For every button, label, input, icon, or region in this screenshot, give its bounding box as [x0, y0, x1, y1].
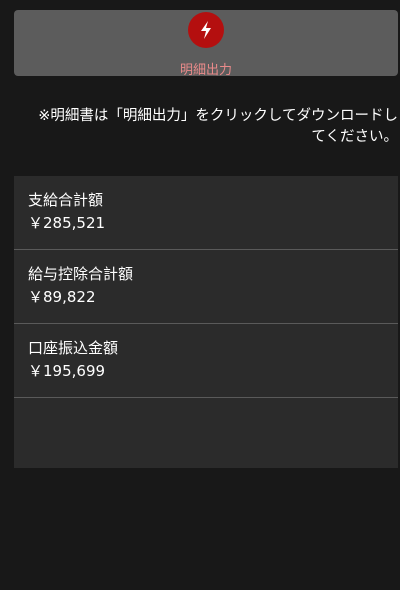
total-deductions-value: ￥89,822	[28, 288, 96, 306]
lightning-icon	[188, 12, 224, 48]
download-notice: ※明細書は「明細出力」をクリックしてダウンロードし てください。	[14, 106, 398, 148]
bank-transfer-value: ￥195,699	[28, 362, 106, 380]
notice-line-2: てください。	[311, 129, 398, 145]
bank-transfer-label: 口座振込金額	[28, 339, 119, 357]
summary-row-total-pay: 支給合計額 ￥285,521	[14, 176, 398, 250]
summary-row-total-deductions: 給与控除合計額 ￥89,822	[14, 250, 398, 324]
notice-line-1: ※明細書は「明細出力」をクリックしてダウンロードし	[38, 108, 398, 124]
total-deductions-label: 給与控除合計額	[28, 265, 134, 283]
export-statement-button[interactable]: 明細出力	[14, 10, 398, 78]
export-statement-label: 明細出力	[179, 63, 232, 78]
total-pay-label: 支給合計額	[28, 191, 104, 209]
summary-row-bank-transfer: 口座振込金額 ￥195,699	[14, 324, 398, 398]
pay-summary-panel: 支給合計額 ￥285,521 給与控除合計額 ￥89,822 口座振込金額 ￥1…	[14, 176, 398, 468]
total-pay-value: ￥285,521	[28, 214, 106, 232]
